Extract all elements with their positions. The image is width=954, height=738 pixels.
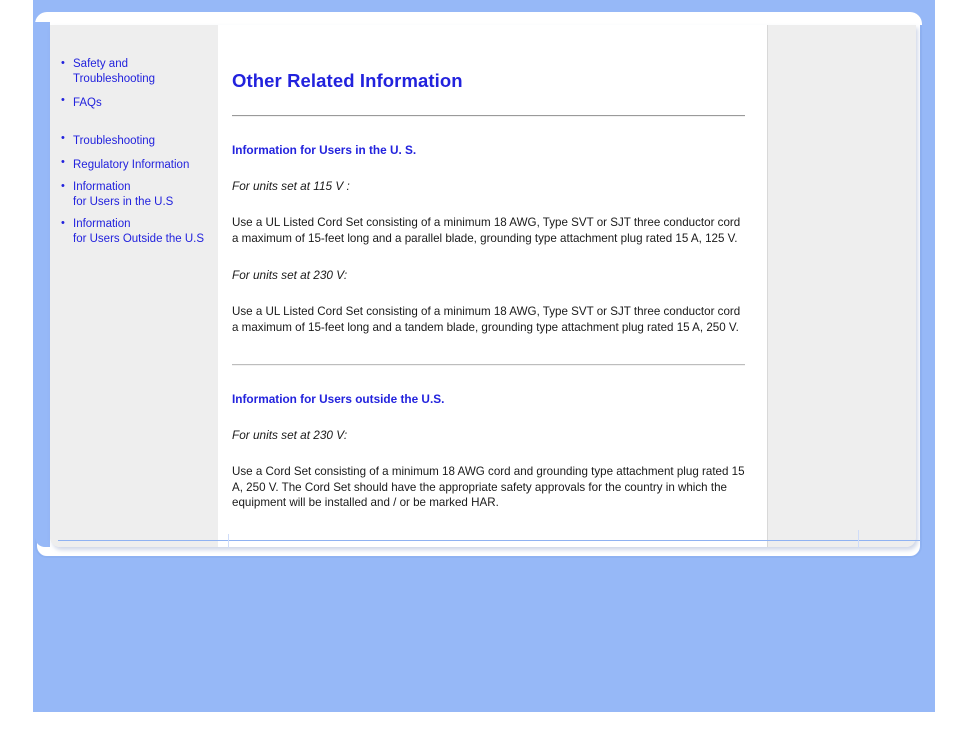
sidebar-item-label: Troubleshooting [73,135,156,147]
sidebar-item-label: FAQs [73,97,102,109]
section-heading: Information for Users in the U. S. [232,143,417,157]
bottom-tick-left [228,534,229,548]
sidebar-item-safety-and-troubleshooting[interactable]: Safety and Troubleshooting [60,56,212,87]
sidebar-item-troubleshooting[interactable]: Troubleshooting [60,131,212,149]
section-paragraph-230v-outside: Use a Cord Set consisting of a minimum 1… [232,465,745,509]
section-paragraph-115v: Use a UL Listed Cord Set consisting of a… [232,216,741,245]
sidebar-link-faqs[interactable]: FAQs [73,96,102,111]
section-heading: Information for Users outside the U.S. [232,392,445,406]
sidebar-item-label-line2: for Users Outside the U.S [73,233,205,245]
sidebar-navigation: Safety and Troubleshooting FAQs Troubles… [50,25,218,547]
section-information-for-users-outside-the-us: Information for Users outside the U.S. F… [232,392,745,511]
sidebar-group-primary: Safety and Troubleshooting FAQs [60,56,212,111]
left-accent-bar [35,22,50,547]
sidebar-link-safety-and-troubleshooting[interactable]: Safety and Troubleshooting [73,57,212,87]
page-title: Other Related Information [232,70,463,91]
sidebar-group-secondary: Troubleshooting Regulatory Information I… [60,131,212,247]
main-content: Other Related Information Information fo… [218,25,768,547]
sidebar-link-information-for-users-outside-the-us[interactable]: Information for Users Outside the U.S [73,217,204,247]
section-subheading-230v: For units set at 230 V: [232,268,348,282]
sidebar-item-label: Information [73,218,131,230]
section-paragraph-230v: Use a UL Listed Cord Set consisting of a… [232,305,741,334]
section-subheading-115v: For units set at 115 V : [232,179,350,193]
divider-top [232,115,745,117]
document-panel: Safety and Troubleshooting FAQs Troubles… [50,25,916,547]
sidebar-link-information-for-users-in-the-us[interactable]: Information for Users in the U.S [73,180,173,210]
right-gutter [769,25,916,547]
sidebar-link-regulatory-information[interactable]: Regulatory Information [73,158,189,173]
sidebar-item-information-for-users-in-the-us[interactable]: Information for Users in the U.S [60,179,212,210]
bottom-tick-right [858,530,859,548]
sidebar-item-label: Safety and Troubleshooting [73,58,156,85]
divider-middle [232,364,745,366]
frame-top-strip [35,12,922,25]
sidebar-link-troubleshooting[interactable]: Troubleshooting [73,134,155,149]
content-inner: Other Related Information Information fo… [232,25,745,547]
sidebar-item-faqs[interactable]: FAQs [60,93,212,111]
bottom-divider-line [58,540,870,541]
section-subheading-230v-outside: For units set at 230 V: [232,428,348,442]
sidebar-item-label-line2: for Users in the U.S [73,196,174,208]
bottom-divider-line-right [858,540,922,541]
section-information-for-users-in-the-us: Information for Users in the U. S. For u… [232,143,745,335]
sidebar-item-information-for-users-outside-the-us[interactable]: Information for Users Outside the U.S [60,216,212,247]
sidebar-item-label: Regulatory Information [73,159,190,171]
sidebar-item-label: Information [73,181,131,193]
sidebar-item-regulatory-information[interactable]: Regulatory Information [60,155,212,173]
